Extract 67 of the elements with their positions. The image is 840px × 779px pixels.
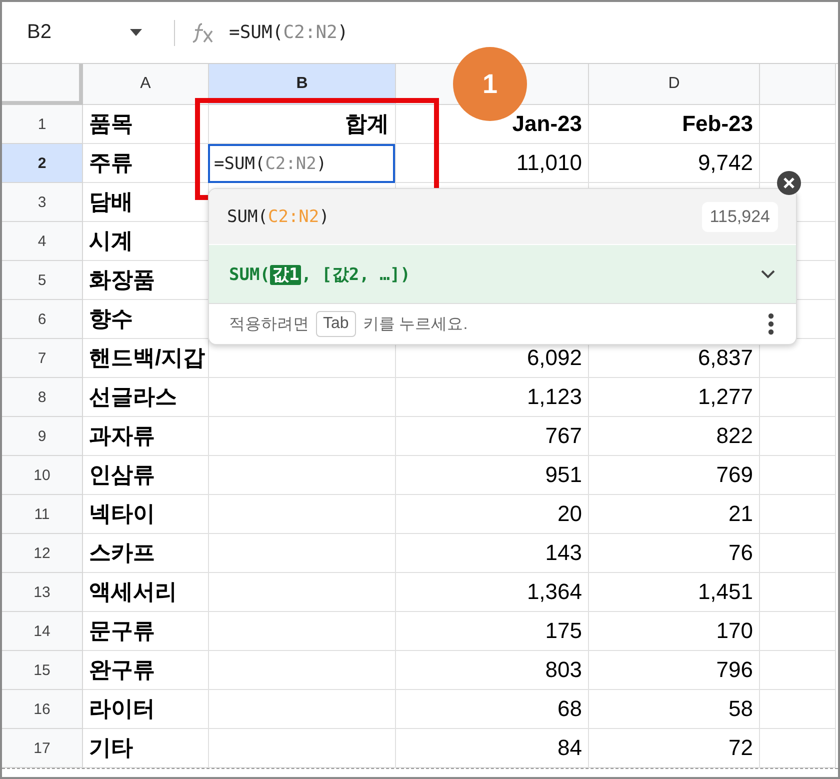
row-header[interactable]: 6 (2, 300, 83, 339)
row-header[interactable]: 10 (2, 456, 83, 495)
name-box[interactable]: B2 (2, 21, 152, 44)
table-cell: 9,742 (589, 144, 760, 183)
formula-preview: SUM(C2:N2) (227, 206, 330, 226)
row-header[interactable]: 5 (2, 261, 83, 300)
table-cell: 11,010 (396, 144, 589, 183)
row-header[interactable]: 15 (2, 651, 83, 690)
close-icon[interactable] (776, 170, 802, 196)
table-cell: 803 (396, 651, 589, 690)
hint-text: 적용하려면 (229, 314, 309, 334)
table-cell: 951 (396, 456, 589, 495)
chevron-down-icon[interactable] (760, 269, 776, 279)
table-cell: 68 (396, 690, 589, 729)
table-cell: 143 (396, 534, 589, 573)
table-cell: 822 (589, 417, 760, 456)
function-signature[interactable]: SUM(값1, [값2, …]) (229, 262, 410, 286)
table-cell: 라이터 (83, 690, 209, 729)
row-header[interactable]: 7 (2, 339, 83, 378)
table-cell: 품목 (83, 105, 209, 144)
row-header[interactable]: 13 (2, 573, 83, 612)
row-header[interactable]: 3 (2, 183, 83, 222)
row-header[interactable]: 17 (2, 729, 83, 768)
row-header[interactable]: 16 (2, 690, 83, 729)
table-cell: 84 (396, 729, 589, 768)
table-cell: 72 (589, 729, 760, 768)
row-header[interactable]: 4 (2, 222, 83, 261)
table-cell: 완구류 (83, 651, 209, 690)
column-header[interactable]: D (589, 64, 760, 105)
table-cell: 767 (396, 417, 589, 456)
table-cell: 796 (589, 651, 760, 690)
caret-icon (130, 29, 142, 36)
table-cell: 액세서리 (83, 573, 209, 612)
key-label: Tab (316, 311, 356, 337)
row-header[interactable]: 9 (2, 417, 83, 456)
table-cell: 인삼류 (83, 456, 209, 495)
result-preview: 115,924 (702, 202, 778, 232)
table-cell: 선글라스 (83, 378, 209, 417)
more-icon[interactable] (768, 313, 774, 335)
table-cell: 1,364 (396, 573, 589, 612)
table-cell: 핸드백/지갑 (83, 339, 209, 378)
formula-input[interactable]: =SUM(C2:N2) (229, 22, 348, 43)
table-cell: 21 (589, 495, 760, 534)
row-header[interactable]: 8 (2, 378, 83, 417)
table-cell: 과자류 (83, 417, 209, 456)
table-cell: Feb-23 (589, 105, 760, 144)
table-cell: 기타 (83, 729, 209, 768)
table-cell: 175 (396, 612, 589, 651)
cell-editor[interactable]: =SUM(C2:N2) (208, 144, 395, 183)
table-cell: 1,123 (396, 378, 589, 417)
row-header[interactable]: 14 (2, 612, 83, 651)
column-header[interactable]: A (83, 64, 209, 105)
table-cell: 20 (396, 495, 589, 534)
table-cell: 1,277 (589, 378, 760, 417)
row-header[interactable]: 1 (2, 105, 83, 144)
row-header[interactable]: 2 (2, 144, 83, 183)
table-cell: 스카프 (83, 534, 209, 573)
hint-text: 키를 누르세요. (362, 314, 468, 334)
table-cell: 넥타이 (83, 495, 209, 534)
table-cell: 문구류 (83, 612, 209, 651)
table-cell: 170 (589, 612, 760, 651)
table-cell: 1,451 (589, 573, 760, 612)
row-header[interactable]: 11 (2, 495, 83, 534)
table-cell: 58 (589, 690, 760, 729)
table-cell: 76 (589, 534, 760, 573)
row-header[interactable]: 12 (2, 534, 83, 573)
table-cell: 769 (589, 456, 760, 495)
